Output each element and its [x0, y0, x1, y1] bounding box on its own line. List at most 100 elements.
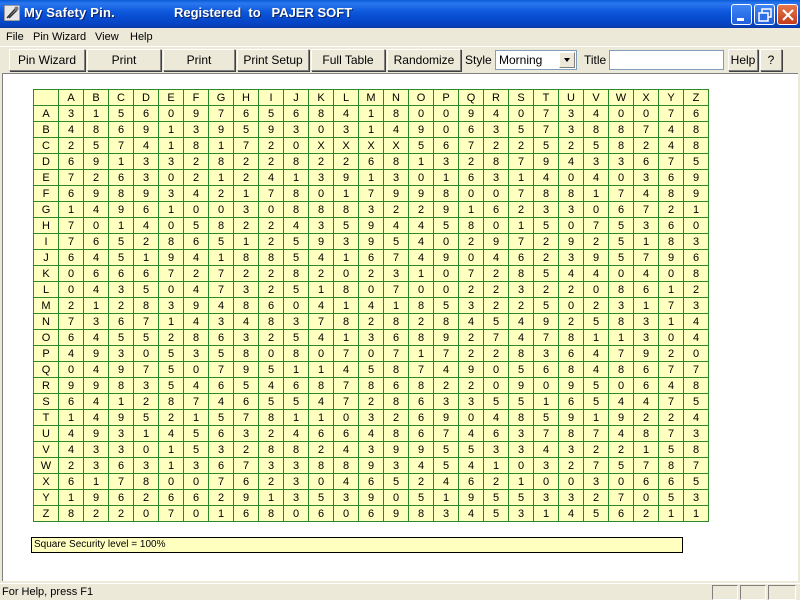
table-cell[interactable]: 2: [683, 281, 709, 298]
table-cell[interactable]: 8: [408, 505, 434, 522]
table-cell[interactable]: 9: [408, 441, 434, 458]
table-cell[interactable]: 2: [158, 329, 184, 346]
table-cell[interactable]: 6: [133, 201, 159, 218]
table-cell[interactable]: 3: [158, 185, 184, 202]
table-cell[interactable]: 8: [283, 201, 309, 218]
table-cell[interactable]: 0: [58, 265, 84, 282]
table-cell[interactable]: 4: [308, 249, 334, 266]
table-cell[interactable]: 4: [333, 361, 359, 378]
table-cell[interactable]: 2: [108, 505, 134, 522]
table-cell[interactable]: 2: [583, 441, 609, 458]
table-cell[interactable]: 1: [583, 409, 609, 426]
table-cell[interactable]: 5: [208, 345, 234, 362]
table-cell[interactable]: 3: [483, 441, 509, 458]
table-cell[interactable]: 6: [108, 489, 134, 506]
table-cell[interactable]: 1: [508, 217, 534, 234]
minimize-button[interactable]: [731, 4, 752, 25]
table-cell[interactable]: 0: [458, 185, 484, 202]
table-cell[interactable]: 1: [633, 233, 659, 250]
table-cell[interactable]: 0: [558, 473, 584, 490]
table-cell[interactable]: 6: [558, 393, 584, 410]
table-cell[interactable]: 0: [633, 105, 659, 122]
table-cell[interactable]: 7: [633, 457, 659, 474]
table-cell[interactable]: 2: [483, 473, 509, 490]
table-cell[interactable]: 1: [333, 185, 359, 202]
table-cell[interactable]: 1: [158, 441, 184, 458]
title-bar[interactable]: My Safety Pin. Registered to PAJER SOFT: [0, 0, 800, 28]
table-cell[interactable]: 5: [183, 441, 209, 458]
table-cell[interactable]: 6: [58, 153, 84, 170]
table-cell[interactable]: 8: [383, 313, 409, 330]
table-cell[interactable]: 9: [83, 489, 109, 506]
table-cell[interactable]: 4: [483, 409, 509, 426]
table-cell[interactable]: 0: [633, 489, 659, 506]
table-cell[interactable]: 0: [283, 137, 309, 154]
table-cell[interactable]: 0: [683, 217, 709, 234]
table-cell[interactable]: 4: [408, 457, 434, 474]
table-cell[interactable]: 0: [183, 201, 209, 218]
table-cell[interactable]: 5: [183, 425, 209, 442]
table-cell[interactable]: 2: [333, 153, 359, 170]
table-cell[interactable]: 9: [158, 249, 184, 266]
table-cell[interactable]: 4: [83, 393, 109, 410]
table-cell[interactable]: 1: [658, 313, 684, 330]
table-cell[interactable]: 5: [533, 265, 559, 282]
table-cell[interactable]: 8: [383, 105, 409, 122]
table-cell[interactable]: 5: [133, 329, 159, 346]
table-cell[interactable]: 7: [683, 457, 709, 474]
table-cell[interactable]: 9: [508, 377, 534, 394]
table-cell[interactable]: 6: [358, 473, 384, 490]
table-cell[interactable]: 5: [508, 121, 534, 138]
table-cell[interactable]: 0: [608, 377, 634, 394]
table-cell[interactable]: 8: [608, 361, 634, 378]
table-cell[interactable]: 5: [583, 313, 609, 330]
table-cell[interactable]: 7: [108, 473, 134, 490]
table-cell[interactable]: 1: [158, 137, 184, 154]
table-cell[interactable]: 6: [633, 377, 659, 394]
table-cell[interactable]: 9: [358, 217, 384, 234]
table-cell[interactable]: 6: [458, 169, 484, 186]
table-cell[interactable]: 6: [108, 313, 134, 330]
table-cell[interactable]: 0: [83, 217, 109, 234]
print-button[interactable]: Print: [87, 49, 161, 71]
table-cell[interactable]: 2: [83, 505, 109, 522]
table-cell[interactable]: 2: [383, 201, 409, 218]
table-cell[interactable]: 2: [183, 169, 209, 186]
table-cell[interactable]: 6: [183, 489, 209, 506]
table-cell[interactable]: 3: [108, 281, 134, 298]
table-cell[interactable]: 1: [283, 361, 309, 378]
table-cell[interactable]: 6: [158, 489, 184, 506]
table-cell[interactable]: 9: [383, 441, 409, 458]
table-cell[interactable]: 1: [208, 137, 234, 154]
table-cell[interactable]: 0: [308, 121, 334, 138]
table-cell[interactable]: 0: [183, 505, 209, 522]
table-cell[interactable]: 3: [683, 489, 709, 506]
table-cell[interactable]: 3: [483, 121, 509, 138]
table-cell[interactable]: 0: [483, 377, 509, 394]
table-cell[interactable]: 8: [483, 153, 509, 170]
table-cell[interactable]: 2: [158, 409, 184, 426]
table-cell[interactable]: 9: [83, 153, 109, 170]
table-cell[interactable]: 3: [508, 441, 534, 458]
table-cell[interactable]: 9: [183, 297, 209, 314]
table-cell[interactable]: 2: [633, 505, 659, 522]
table-cell[interactable]: 1: [408, 265, 434, 282]
table-cell[interactable]: 5: [108, 233, 134, 250]
table-cell[interactable]: 4: [183, 313, 209, 330]
table-cell[interactable]: 8: [408, 329, 434, 346]
close-button[interactable]: [777, 4, 798, 25]
table-cell[interactable]: 3: [558, 489, 584, 506]
table-cell[interactable]: 3: [158, 297, 184, 314]
table-cell[interactable]: 2: [133, 393, 159, 410]
table-cell[interactable]: 5: [608, 249, 634, 266]
table-cell[interactable]: 3: [508, 281, 534, 298]
table-cell[interactable]: 9: [458, 105, 484, 122]
table-cell[interactable]: 5: [533, 409, 559, 426]
table-cell[interactable]: 3: [358, 409, 384, 426]
table-cell[interactable]: 0: [458, 409, 484, 426]
table-cell[interactable]: 4: [408, 249, 434, 266]
table-cell[interactable]: 9: [683, 169, 709, 186]
table-cell[interactable]: 3: [283, 457, 309, 474]
table-cell[interactable]: 8: [283, 441, 309, 458]
table-cell[interactable]: 0: [383, 489, 409, 506]
